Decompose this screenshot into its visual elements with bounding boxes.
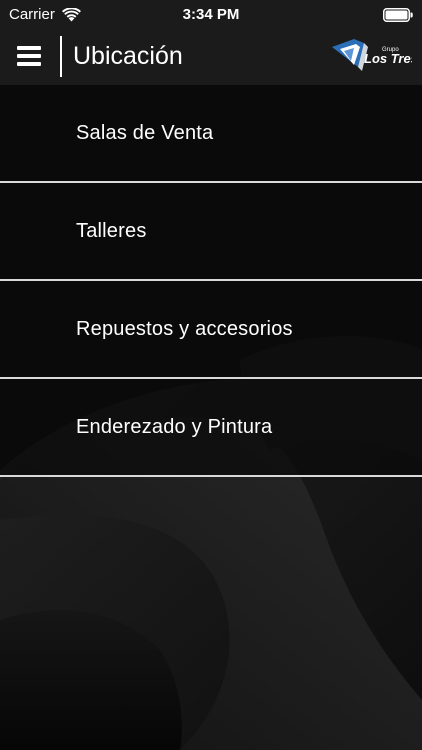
- brand-logo-name: Los Tres: [364, 51, 412, 66]
- status-time: 3:34 PM: [182, 6, 240, 23]
- hamburger-menu-icon[interactable]: [10, 36, 50, 76]
- status-bar: Carrier 3:34 PM: [0, 0, 422, 30]
- menu-item-label: Salas de Venta: [76, 121, 214, 144]
- location-menu-list: Salas de Venta Talleres Repuestos y acce…: [0, 85, 422, 477]
- menu-item-repuestos-y-accesorios[interactable]: Repuestos y accesorios: [0, 281, 422, 379]
- menu-item-enderezado-y-pintura[interactable]: Enderezado y Pintura: [0, 379, 422, 477]
- menu-item-salas-de-venta[interactable]: Salas de Venta: [0, 85, 422, 183]
- menu-item-label: Talleres: [76, 219, 147, 242]
- menu-bar-top: [17, 46, 41, 50]
- menu-bar-bottom: [17, 62, 41, 66]
- header-divider: [60, 36, 62, 77]
- brand-logo: Grupo Los Tres: [332, 39, 412, 71]
- menu-bar-middle: [17, 54, 41, 58]
- battery-icon: [383, 8, 413, 22]
- app-header: Ubicación Grupo Los Tres: [0, 30, 422, 85]
- menu-item-label: Enderezado y Pintura: [76, 415, 273, 438]
- menu-item-label: Repuestos y accesorios: [76, 317, 293, 340]
- page-title: Ubicación: [73, 42, 183, 70]
- menu-item-talleres[interactable]: Talleres: [0, 183, 422, 281]
